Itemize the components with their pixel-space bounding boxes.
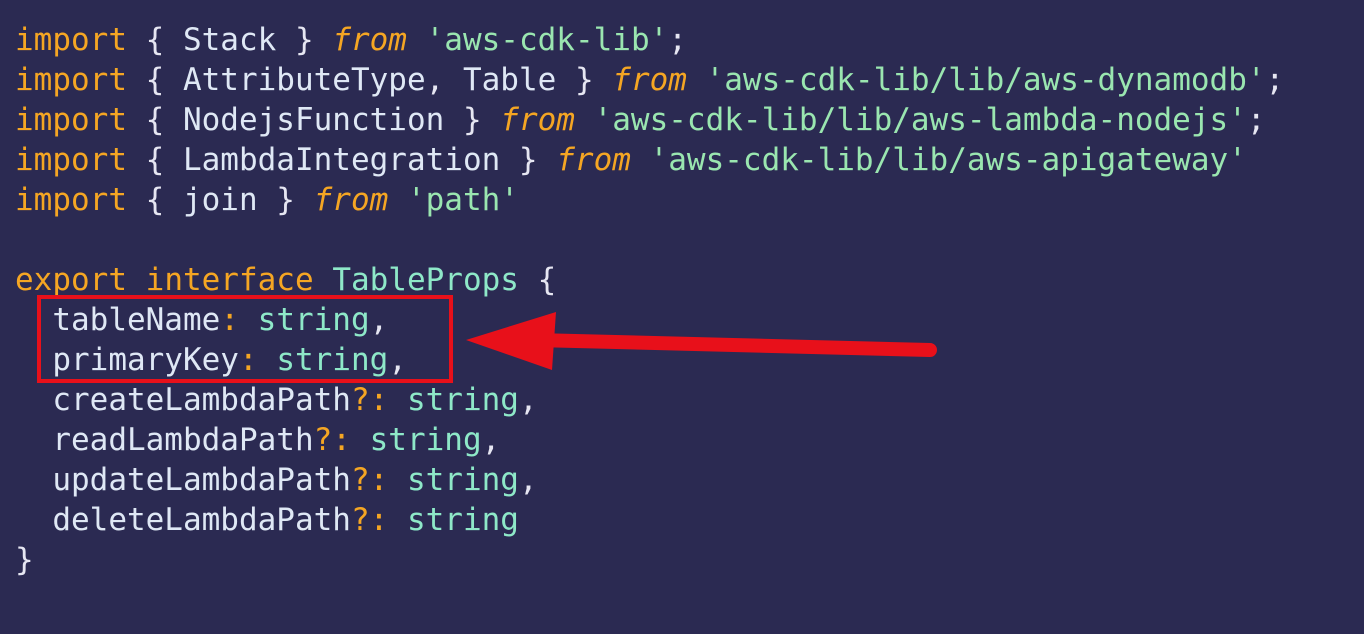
arrow-left-icon: [466, 312, 937, 370]
